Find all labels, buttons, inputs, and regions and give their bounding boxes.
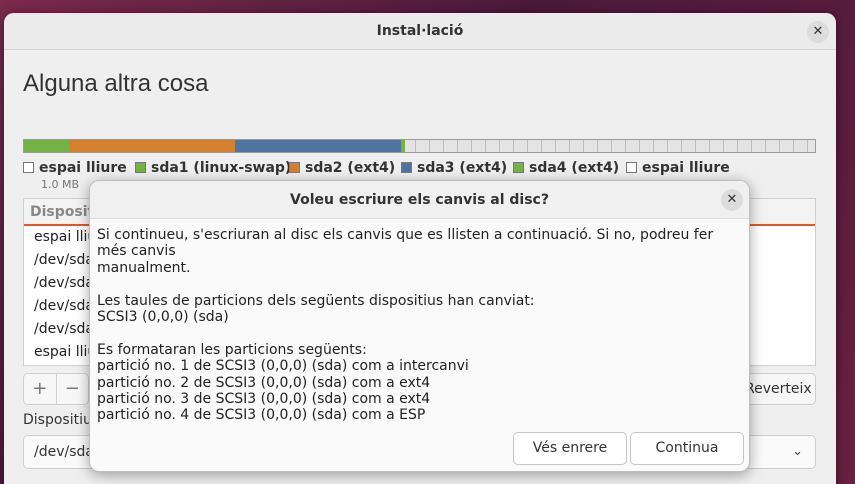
dialog-body: Si continueu, s'escriuran al disc els ca… [97,227,747,424]
legend-label: espai lliure [39,160,127,176]
format-item: partició no. 1 de SCSI3 (0,0,0) (sda) co… [97,358,469,375]
partition-segment-sda3 [235,140,402,152]
legend-swatch [289,162,300,173]
legend-swatch [626,162,637,173]
dialog-close-button[interactable]: ✕ [721,189,743,211]
legend-item-sda2: sda2 (ext4) [289,160,395,176]
window-title: Instal·lació [376,23,464,39]
partition-segment-sda2 [69,140,236,152]
legend-item-free-1: espai lliure [23,160,127,176]
confirm-write-dialog: Voleu escriure els canvis al disc? ✕ Si … [89,180,750,472]
partition-segment-sda4 [401,140,406,152]
legend-swatch [135,162,146,173]
format-item: partició no. 2 de SCSI3 (0,0,0) (sda) co… [97,374,431,391]
add-partition-button[interactable]: + [24,374,56,404]
format-item: partició no. 3 de SCSI3 (0,0,0) (sda) co… [97,391,431,408]
legend-label: espai lliure [642,160,730,176]
format-item: partició no. 4 de SCSI3 (0,0,0) (sda) co… [97,407,426,424]
window-close-button[interactable]: ✕ [807,21,829,43]
tables-device: SCSI3 (0,0,0) (sda) [97,309,229,326]
chevron-down-icon: ⌄ [792,444,803,459]
close-icon: ✕ [812,24,824,39]
legend-label: sda4 (ext4) [529,160,620,176]
legend-label: sda1 (linux-swap) [151,160,292,176]
boot-device-value: /dev/sda [34,444,94,460]
remove-partition-button[interactable]: − [55,374,89,404]
close-icon: ✕ [726,192,738,207]
legend-size: 1.0 MB [41,178,80,191]
page-heading: Alguna altra cosa [23,70,209,97]
dialog-title-bar: Voleu escriure els canvis al disc? ✕ [90,181,749,219]
legend-swatch [513,162,524,173]
legend-swatch [401,162,412,173]
partition-edit-buttons: + − [23,373,89,405]
legend-item-free-2: espai lliure [626,160,730,176]
legend-swatch [23,162,34,173]
title-bar: Instal·lació ✕ [4,13,836,50]
partition-segment-sda1 [24,140,70,152]
legend-item-sda3: sda3 (ext4) [401,160,507,176]
dialog-intro-line: Si continueu, s'escriuran al disc els ca… [97,227,714,260]
format-heading: Es formataran les particions següents: [97,341,367,358]
partition-bar [23,139,816,153]
dialog-title: Voleu escriure els canvis al disc? [290,192,549,208]
legend-label: sda3 (ext4) [417,160,508,176]
dialog-intro-line: manualment. [97,259,191,276]
go-back-button[interactable]: Vés enrere [513,432,627,465]
legend-item-sda1: sda1 (linux-swap) [135,160,291,176]
tables-heading: Les taules de particions dels següents d… [97,292,535,309]
legend-label: sda2 (ext4) [305,160,396,176]
continue-button[interactable]: Continua [630,432,744,465]
legend-item-sda4: sda4 (ext4) [513,160,619,176]
